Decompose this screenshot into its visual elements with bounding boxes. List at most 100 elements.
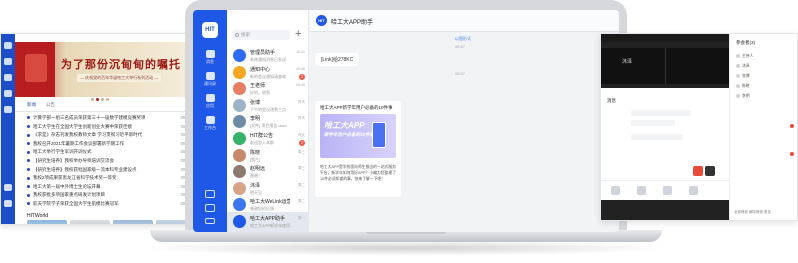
message-line [631,120,675,126]
conversation-preview: 哈工大APP新学年使用... [250,223,294,228]
thumbnail[interactable]: 学术报告 [70,220,110,224]
nav-messages[interactable]: 消息 [193,50,227,65]
participant-row[interactable]: 陈晓 [736,84,750,90]
news-item[interactable]: 哈工大学生在全国大学生创新创业大赛中荣获佳绩09-09 [27,124,192,132]
conversation-name: 王老师 [250,83,266,90]
tab-icon[interactable] [611,186,620,195]
more-icon[interactable] [205,218,215,224]
conversation-time: 昨天 [298,133,305,137]
conversation-time: 周三 [298,149,305,154]
nav-contacts[interactable]: 通讯录 [193,72,227,87]
chat-app-window: HIT 消息 通讯录 应用 工作台 搜索 + 管理员助手 系统通知消息已发送 10:… [193,10,619,232]
card-title: 哈工大APP新学年用户必备的10件事 [320,105,393,110]
panel-actions[interactable]: 全部静音 解除静音 更多 [734,210,771,215]
news-item[interactable]: 计算学部一组三名成员荣获第三十一届数学建模竞赛奖项09-10 [27,115,192,123]
search-input[interactable]: 搜索 [232,30,290,40]
workbench-icon [205,116,215,124]
folder-icon[interactable] [4,106,12,113]
avatar [233,198,246,212]
conversation-time: 09:58 [296,66,305,71]
meeting-video-area: 沐泽 消息 [601,34,729,220]
settings-icon[interactable] [4,184,12,191]
avatar [233,49,246,62]
news-title: 《求是》杂志刊发我校教师文章 学习贯彻习近平新时代 [33,132,143,138]
apps-icon[interactable] [4,90,12,97]
message-line [631,110,691,116]
conversation-name: 张博 [250,99,261,106]
system-message[interactable]: 以图形式 [455,36,471,42]
calendar-icon[interactable] [4,74,12,81]
mobile-chat-preview: 消息 [601,88,729,200]
panel-title: 参会者(3) [736,40,755,45]
contacts-icon [205,72,215,80]
chat-pane: HIT 哈工大APP助手 以图形式 08:57 [Link]给278KC 08:… [310,10,619,232]
settings-icon[interactable] [205,204,215,212]
news-title: 【研究生培养】我校举办导师培训交流会 [33,158,114,163]
conversation-time: 昨天 [298,116,305,121]
avatar [233,115,246,129]
record-button[interactable] [693,166,703,176]
meeting-toolbar [601,34,729,42]
nav-workbench[interactable]: 工作台 [193,116,227,131]
tab-icon[interactable] [689,186,698,195]
participant-row[interactable]: 沐泽 [736,64,750,70]
avatar [233,181,246,195]
chat-avatar: HIT [316,15,327,26]
news-item[interactable]: 我校获批多项国家重点研发计划项目09-02 [27,192,192,200]
avatar [233,165,246,179]
home-icon[interactable] [4,42,12,49]
app-nav-rail: HIT 消息 通讯录 应用 工作台 [193,10,227,232]
tab-icon[interactable] [663,186,672,195]
add-button[interactable]: + [295,28,301,40]
news-item[interactable]: 【研究生培养】我校获批国家级一流本科专业建设点09-05 [27,167,192,175]
avatar [233,215,246,228]
message-icon[interactable] [4,58,12,65]
conversation-time: 周二 [298,182,305,187]
banner-red-block [15,42,55,97]
nav-apps[interactable]: 应用 [193,94,227,109]
timestamp: 08:57 [455,71,466,76]
tab-news[interactable]: 新闻 [27,102,36,107]
banner-emblem-icon [25,54,47,82]
participant-name: 沐泽 [622,59,633,65]
news-item[interactable]: 我校召开2021年暑期工作会议部署新学期工作09-08 [27,141,192,149]
participant-row[interactable]: 李明 [736,94,750,100]
conversation-time: 周一 [298,216,305,220]
banner-pagination[interactable] [90,88,110,106]
card-description: 哈工大APP是学校面向师生推出的一站式服务平台，新学年如何用好APP？小编为您整… [320,165,396,181]
thumbnail[interactable]: 科研创新 [113,220,153,224]
conversation-list: 搜索 + 管理员助手 系统通知消息已发送 10:21 通知中心 新的会议通知请查收 09:… [227,10,309,232]
conversation-item[interactable]: 哈工大APP助手 哈工大APP新学年使用... 周一 [227,212,309,232]
conversation-time: 09:45 [296,83,305,88]
news-item[interactable]: 哈工大第一届中外博士生论坛开幕09-03 [27,184,192,192]
news-item[interactable]: 哈工大举行学生军训开训仪式09-07 [27,149,192,157]
conversation-name: 管理员助手 [250,50,276,56]
tab-icon[interactable] [637,186,646,195]
card-image-subtitle: 新学年用户必备的10件事 [324,132,375,137]
cloud-icon[interactable] [205,190,215,198]
news-title: 我校2项成果获黑龙江省科学技术奖一等奖 [33,175,117,181]
conversation-name: HIT群公告 [250,133,274,139]
avatar [233,65,246,79]
divider [15,111,195,112]
user-icon[interactable] [4,200,12,207]
article-card[interactable]: 哈工大APP新学年用户必备的10件事 哈工大APP 新学年用户必备的10件事 哈… [315,101,401,197]
thumbnail[interactable]: 校园风景 [27,220,67,224]
end-call-button[interactable] [705,166,715,176]
meeting-window: 沐泽 消息 参会者(3) 主持人 沐泽 张博 陈晓 李明 全部静音 解除静音 更… [600,33,798,221]
conversation-time: 周二 [298,199,305,204]
participant-row[interactable]: 主持人 [736,54,753,60]
news-title: 我校召开2021年暑期工作会议部署新学期工作 [33,140,125,146]
participant-row[interactable]: 张博 [736,74,750,80]
conversation-name: 陈晓 [250,149,261,156]
message-bubble[interactable]: [Link]给278KC [315,53,360,66]
news-item[interactable]: 我校2项成果获黑龙江省科学技术奖一等奖09-04 [27,175,192,183]
tab-notice[interactable]: 公告 [46,102,55,107]
news-item[interactable]: 【研究生培养】我校举办导师培训交流会09-06 [27,158,192,166]
timestamp: 08:57 [455,44,466,49]
news-item[interactable]: 航天学院学子荣获全国大学生航模比赛冠军09-01 [27,201,192,209]
news-title: 哈工大第一届中外博士生论坛开幕 [33,183,101,189]
news-banner[interactable]: 为了那份沉甸甸的嘱托 — 庆祝党的百年华诞哈工大举行系列活动 — [15,42,185,101]
portal-window: 为了那份沉甸甸的嘱托 — 庆祝党的百年华诞哈工大举行系列活动 — 新闻 公告 计算… [0,33,196,225]
news-item[interactable]: 《求是》杂志刊发我校教师文章 学习贯彻习近平新时代09-09 [27,132,192,140]
